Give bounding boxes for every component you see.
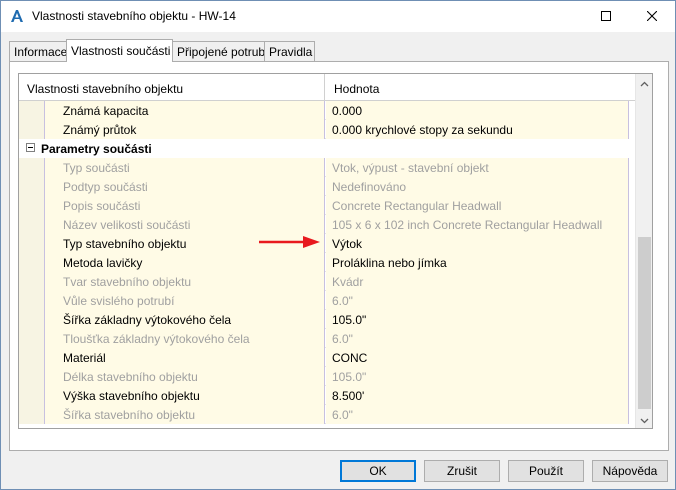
row-gutter — [19, 158, 45, 177]
property-name: Popis součásti — [45, 196, 325, 215]
property-name: Výška stavebního objektu — [45, 386, 325, 405]
column-header-value[interactable]: Hodnota — [326, 74, 635, 101]
row-gutter — [19, 291, 45, 310]
property-name: Známá kapacita — [45, 101, 325, 120]
row-gutter — [19, 329, 45, 348]
row-gutter — [19, 234, 45, 253]
property-value[interactable]: 0.000 — [326, 101, 629, 120]
tab-label: Připojené potrubí — [177, 45, 269, 59]
table-row[interactable]: Typ součásti Vtok, výpust - stavební obj… — [19, 158, 635, 177]
title-bar: Vlastnosti stavebního objektu - HW-14 — [1, 1, 675, 32]
table-row[interactable]: Materiál CONC — [19, 348, 635, 367]
property-value: 6.0" — [326, 329, 629, 348]
table-row[interactable]: Výška stavebního objektu 8.500' — [19, 386, 635, 405]
row-gutter — [19, 101, 45, 120]
table-row[interactable]: Délka stavebního objektu 105.0" — [19, 367, 635, 386]
row-gutter — [19, 272, 45, 291]
table-row[interactable]: Podtyp součásti Nedefinováno — [19, 177, 635, 196]
table-row[interactable]: Typ stavebního objektu Výtok — [19, 234, 635, 253]
property-value[interactable]: 105.0" — [326, 310, 629, 329]
cancel-button[interactable]: Zrušit — [424, 460, 500, 482]
property-value[interactable]: Proláklina nebo jímka — [326, 253, 629, 272]
scroll-up-button[interactable] — [636, 74, 652, 91]
row-gutter — [19, 348, 45, 367]
tab-informace[interactable]: Informace — [9, 41, 67, 61]
row-gutter — [19, 196, 45, 215]
table-row[interactable]: Známá kapacita 0.000 — [19, 101, 635, 120]
grid-header: Vlastnosti stavebního objektu Hodnota — [19, 74, 635, 101]
maximize-icon — [601, 10, 611, 24]
autocad-a-icon — [9, 8, 25, 24]
property-grid: Vlastnosti stavebního objektu Hodnota Zn… — [18, 73, 653, 429]
table-row[interactable]: Tvar stavebního objektu Kvádr — [19, 272, 635, 291]
row-gutter — [19, 367, 45, 386]
window-title: Vlastnosti stavebního objektu - HW-14 — [32, 9, 236, 23]
property-name: Materiál — [45, 348, 325, 367]
property-value[interactable]: CONC — [326, 348, 629, 367]
table-row[interactable]: Vůle svislého potrubí 6.0" — [19, 291, 635, 310]
property-value: Nedefinováno — [326, 177, 629, 196]
property-name: Tloušťka základny výtokového čela — [45, 329, 325, 348]
group-label: Parametry součásti — [25, 139, 629, 158]
row-gutter — [19, 253, 45, 272]
property-value[interactable]: 0.000 krychlové stopy za sekundu — [326, 120, 629, 139]
tab-label: Informace — [14, 45, 68, 59]
row-gutter — [19, 120, 45, 139]
row-gutter — [19, 215, 45, 234]
apply-button[interactable]: Použít — [508, 460, 584, 482]
row-gutter — [19, 310, 45, 329]
grid-rows: Známá kapacita 0.000 Známý průtok 0.000 … — [19, 101, 635, 424]
scroll-down-button[interactable] — [636, 411, 652, 428]
row-gutter — [19, 177, 45, 196]
close-button[interactable] — [629, 1, 675, 32]
property-value[interactable]: 8.500' — [326, 386, 629, 405]
row-gutter — [19, 405, 45, 424]
minus-box-icon[interactable] — [26, 143, 35, 152]
property-name: Vůle svislého potrubí — [45, 291, 325, 310]
property-value: 6.0" — [326, 291, 629, 310]
property-name: Metoda lavičky — [45, 253, 325, 272]
property-value: 6.0" — [326, 405, 629, 424]
property-value: 105.0" — [326, 367, 629, 386]
tab-label: Pravidla — [269, 45, 313, 59]
table-row[interactable]: Šířka základny výtokového čela 105.0" — [19, 310, 635, 329]
property-name: Tvar stavebního objektu — [45, 272, 325, 291]
property-name: Typ součásti — [45, 158, 325, 177]
table-row[interactable]: Tloušťka základny výtokového čela 6.0" — [19, 329, 635, 348]
row-gutter — [19, 386, 45, 405]
property-name: Známý průtok — [45, 120, 325, 139]
maximize-button[interactable] — [583, 1, 629, 32]
ok-button[interactable]: OK — [340, 460, 416, 482]
property-name: Délka stavebního objektu — [45, 367, 325, 386]
column-header-name[interactable]: Vlastnosti stavebního objektu — [19, 74, 325, 101]
table-row[interactable]: Metoda lavičky Proláklina nebo jímka — [19, 253, 635, 272]
close-icon — [646, 10, 658, 24]
group-row-parametry-soucasti[interactable]: Parametry součásti — [19, 139, 635, 158]
tab-vlastnosti-soucasti[interactable]: Vlastnosti součásti — [66, 39, 173, 62]
table-row[interactable]: Název velikosti součásti 105 x 6 x 102 i… — [19, 215, 635, 234]
chevron-down-icon — [640, 413, 649, 427]
scrollbar-thumb[interactable] — [638, 237, 651, 409]
property-name: Název velikosti součásti — [45, 215, 325, 234]
property-value: Vtok, výpust - stavební objekt — [326, 158, 629, 177]
property-name: Podtyp součásti — [45, 177, 325, 196]
property-name: Šířka základny výtokového čela — [45, 310, 325, 329]
tab-label: Vlastnosti součásti — [71, 44, 171, 58]
help-button[interactable]: Nápověda — [592, 460, 668, 482]
property-value: Kvádr — [326, 272, 629, 291]
property-name: Šířka stavebního objektu — [45, 405, 325, 424]
table-row[interactable]: Známý průtok 0.000 krychlové stopy za se… — [19, 120, 635, 139]
chevron-up-icon — [640, 76, 649, 90]
table-row[interactable]: Popis součásti Concrete Rectangular Head… — [19, 196, 635, 215]
table-row[interactable]: Šířka stavebního objektu 6.0" — [19, 405, 635, 424]
property-value: 105 x 6 x 102 inch Concrete Rectangular … — [326, 215, 629, 234]
tab-strip: Informace Vlastnosti součásti Připojené … — [9, 39, 669, 62]
tab-pripojene-potrubi[interactable]: Připojené potrubí — [172, 41, 269, 61]
vertical-scrollbar[interactable] — [635, 74, 652, 428]
red-arrow-icon — [259, 235, 321, 249]
property-value[interactable]: Výtok — [326, 234, 629, 253]
property-value: Concrete Rectangular Headwall — [326, 196, 629, 215]
properties-dialog: Vlastnosti stavebního objektu - HW-14 In… — [0, 0, 676, 490]
tab-pravidla[interactable]: Pravidla — [264, 41, 315, 61]
